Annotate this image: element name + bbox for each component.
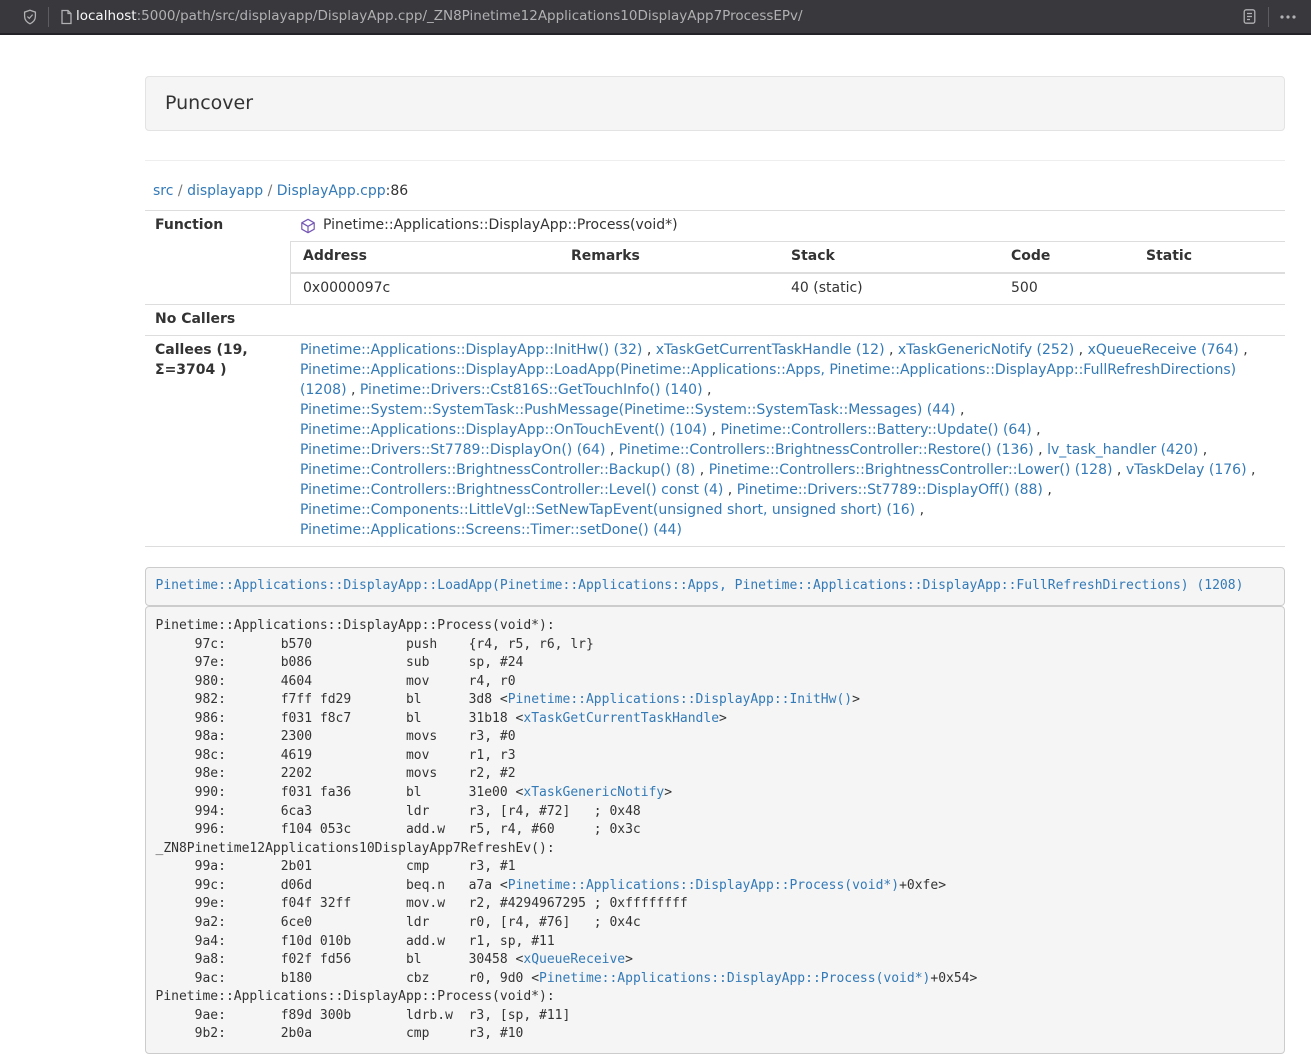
brand-link[interactable]: Puncover <box>165 92 253 114</box>
package-icon <box>300 218 316 234</box>
callee-link[interactable]: Pinetime::Drivers::St7789::DisplayOn() (… <box>300 442 605 458</box>
chrome-separator <box>1268 7 1269 27</box>
assembly-code: Pinetime::Applications::DisplayApp::Proc… <box>145 606 1285 1054</box>
stats-header-row: AddressRemarksStackCodeStatic <box>291 242 1285 273</box>
callee-link[interactable]: Pinetime::Controllers::BrightnessControl… <box>709 462 1113 478</box>
no-callers-value <box>290 305 1285 335</box>
callee-link[interactable]: xQueueReceive (764) <box>1088 342 1239 358</box>
breadcrumb-separator: / <box>173 183 187 199</box>
callee-link[interactable]: Pinetime::Drivers::St7789::DisplayOff() … <box>737 482 1043 498</box>
highlighted-callee-box: Pinetime::Applications::DisplayApp::Load… <box>145 567 1285 607</box>
function-table: Function Pinetime::Applications::Display… <box>145 210 1285 547</box>
assembly-symbol-link[interactable]: Pinetime::Applications::DisplayApp::Proc… <box>539 971 930 986</box>
highlighted-callee-link[interactable]: Pinetime::Applications::DisplayApp::Load… <box>156 578 1244 593</box>
stats-value-static <box>1134 273 1285 304</box>
callee-link[interactable]: xTaskGetCurrentTaskHandle (12) <box>656 342 885 358</box>
callee-link[interactable]: Pinetime::Components::LittleVgl::SetNewT… <box>300 502 915 518</box>
callee-link[interactable]: Pinetime::Applications::Screens::Timer::… <box>300 522 682 538</box>
callee-link[interactable]: Pinetime::Controllers::BrightnessControl… <box>300 482 723 498</box>
stats-column-header: Static <box>1134 242 1285 273</box>
shield-icon[interactable] <box>22 9 38 25</box>
browser-url-bar[interactable]: localhost:5000/path/src/displayapp/Displ… <box>0 0 1311 35</box>
page-actions-menu-icon[interactable] <box>1279 9 1297 25</box>
stats-column-header: Code <box>999 242 1134 273</box>
function-row-label: Function <box>145 211 290 241</box>
page-container: Puncover src / displayapp / DisplayApp.c… <box>145 35 1285 1054</box>
callee-link[interactable]: Pinetime::System::SystemTask::PushMessag… <box>300 402 956 418</box>
stats-column-header: Stack <box>779 242 999 273</box>
url-path: :5000/path/src/displayapp/DisplayApp.cpp… <box>137 8 803 24</box>
callee-link[interactable]: Pinetime::Drivers::Cst816S::GetTouchInfo… <box>360 382 703 398</box>
stats-value-code: 500 <box>999 273 1134 304</box>
callee-link[interactable]: Pinetime::Controllers::BrightnessControl… <box>619 442 1034 458</box>
breadcrumb-line-number: :86 <box>386 183 409 199</box>
function-row: Function Pinetime::Applications::Display… <box>145 211 1285 241</box>
stats-table: AddressRemarksStackCodeStatic 0x0000097c… <box>291 242 1285 304</box>
stats-value-address: 0x0000097c <box>291 273 559 304</box>
app-header-panel: Puncover <box>145 76 1285 131</box>
callee-link[interactable]: Pinetime::Applications::DisplayApp::Init… <box>300 342 642 358</box>
chrome-separator <box>48 7 49 27</box>
assembly-symbol-link[interactable]: xTaskGetCurrentTaskHandle <box>523 711 719 726</box>
stats-value-stack: 40 (static) <box>779 273 999 304</box>
callee-link[interactable]: Pinetime::Controllers::BrightnessControl… <box>300 462 695 478</box>
divider <box>145 160 1285 161</box>
reader-view-icon[interactable] <box>1241 8 1258 25</box>
callees-list: Pinetime::Applications::DisplayApp::Init… <box>290 336 1285 546</box>
breadcrumb: src / displayapp / DisplayApp.cpp:86 <box>145 182 1285 202</box>
no-callers-label: No Callers <box>145 305 290 335</box>
no-callers-row: No Callers <box>145 304 1285 335</box>
function-stats-row: AddressRemarksStackCodeStatic 0x0000097c… <box>145 241 1285 304</box>
callee-link[interactable]: Pinetime::Applications::DisplayApp::OnTo… <box>300 422 707 438</box>
stats-column-header: Address <box>291 242 559 273</box>
stats-column-header: Remarks <box>559 242 779 273</box>
assembly-symbol-link[interactable]: Pinetime::Applications::DisplayApp::Init… <box>508 692 852 707</box>
stats-value-row: 0x0000097c 40 (static)500 <box>291 273 1285 304</box>
assembly-symbol-link[interactable]: Pinetime::Applications::DisplayApp::Proc… <box>508 878 899 893</box>
callee-link[interactable]: Pinetime::Controllers::Battery::Update()… <box>720 422 1031 438</box>
breadcrumb-link[interactable]: DisplayApp.cpp <box>277 183 386 199</box>
breadcrumb-separator: / <box>263 183 277 199</box>
empty-cell <box>145 241 290 304</box>
callee-link[interactable]: lv_task_handler (420) <box>1047 442 1198 458</box>
breadcrumb-link[interactable]: displayapp <box>187 183 263 199</box>
assembly-symbol-link[interactable]: xTaskGenericNotify <box>523 785 664 800</box>
breadcrumb-link[interactable]: src <box>153 183 173 199</box>
page-icon[interactable] <box>59 9 74 25</box>
url-host: localhost <box>76 8 137 24</box>
callee-link[interactable]: xTaskGenericNotify (252) <box>898 342 1074 358</box>
url-text[interactable]: localhost:5000/path/src/displayapp/Displ… <box>76 7 803 26</box>
function-name: Pinetime::Applications::DisplayApp::Proc… <box>323 216 678 236</box>
stats-value-remarks <box>559 273 779 304</box>
callees-row: Callees (19, Σ=3704 ) Pinetime::Applicat… <box>145 335 1285 546</box>
assembly-symbol-link[interactable]: xQueueReceive <box>523 952 625 967</box>
callee-link[interactable]: vTaskDelay (176) <box>1126 462 1247 478</box>
callees-label: Callees (19, Σ=3704 ) <box>145 336 290 546</box>
